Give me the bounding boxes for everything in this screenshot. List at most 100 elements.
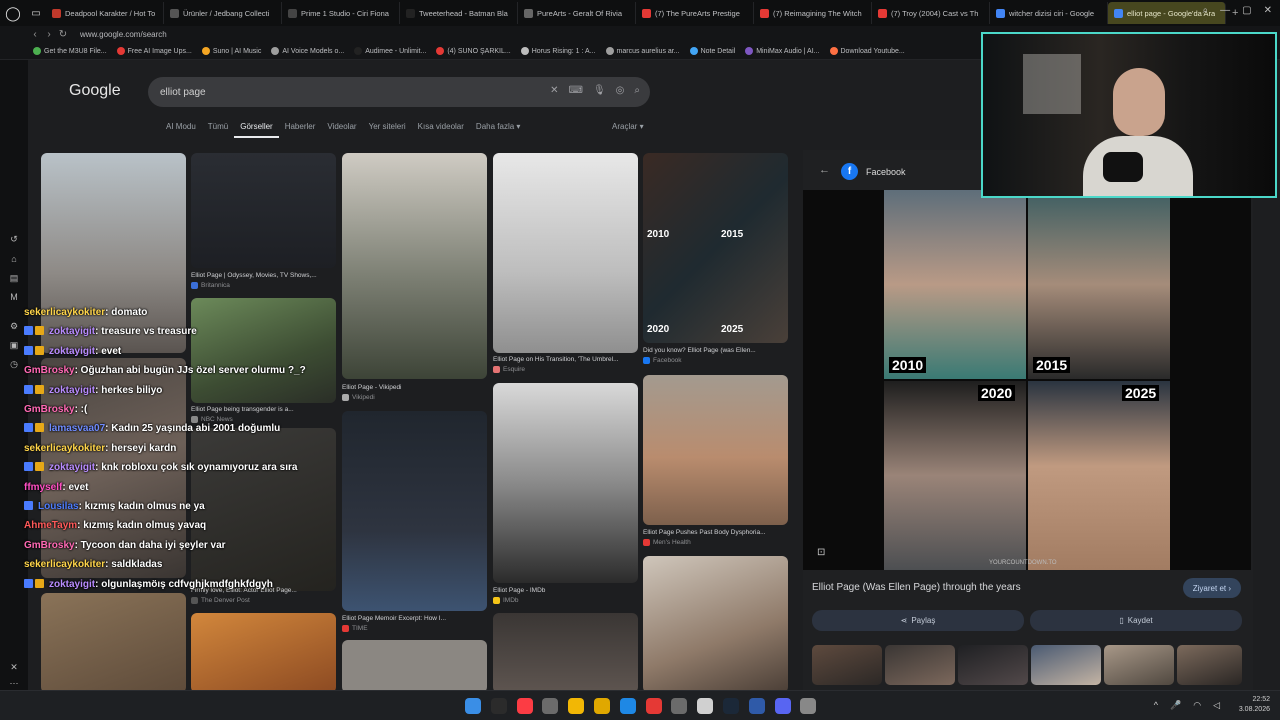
preview-image[interactable]: 2010 2015 2020 2025 YOURCOUNTDOWN.TO ⊡ (803, 190, 1251, 570)
bookmark-item[interactable]: Get the M3U8 File... (28, 47, 112, 55)
bookmark-item[interactable]: Note Detail (685, 47, 741, 55)
chat-icon[interactable]: ▤ (7, 271, 21, 285)
search-tab[interactable]: AI Modu (160, 122, 202, 138)
result-card[interactable]: 2010 2015 2020 2025 Did you know? Elliot… (643, 153, 788, 690)
result-image[interactable] (41, 358, 186, 578)
taskbar-app-network-icon[interactable] (800, 698, 817, 714)
save-button[interactable]: ▯ Kaydet (1030, 610, 1242, 631)
lens-icon[interactable]: ⊡ (817, 547, 825, 558)
share-button[interactable]: ⋖ Paylaş (812, 610, 1024, 631)
result-image[interactable] (41, 593, 186, 690)
panel-source[interactable]: f Facebook (841, 163, 906, 180)
wifi-icon[interactable]: ◠ (1193, 700, 1201, 711)
browser-tab[interactable]: PureArts - Geralt Of Rivia (518, 2, 636, 24)
back-arrow-icon[interactable]: ← (819, 164, 830, 176)
history-icon[interactable]: ↺ (7, 232, 21, 246)
result-image[interactable] (191, 153, 336, 268)
bag-icon[interactable]: ⌂ (7, 252, 21, 266)
taskbar-app-mail-icon[interactable] (619, 698, 636, 714)
result-card[interactable]: Elliot Page on His Transition, 'The Umbr… (493, 153, 638, 690)
maximize-icon[interactable]: ▢ (1242, 5, 1251, 16)
clock-icon[interactable]: ◷ (7, 357, 21, 371)
browser-tab[interactable]: (7) Reimagining The Witch (754, 2, 872, 24)
more-icon[interactable]: ⋯ (7, 676, 21, 690)
clock[interactable]: 22:52 3.08.2026 (1239, 695, 1270, 715)
taskbar-app-settings-icon[interactable] (542, 698, 559, 714)
settings-icon[interactable]: ⚙ (7, 319, 21, 333)
result-card[interactable] (41, 153, 186, 690)
music-icon[interactable]: M (7, 290, 21, 304)
url-input[interactable]: www.google.com/search (80, 30, 167, 39)
google-logo[interactable]: Google (69, 82, 121, 100)
taskbar-app-media-icon[interactable] (697, 698, 714, 714)
taskbar-app-folder-icon[interactable] (594, 698, 610, 714)
taskbar-app-files-icon[interactable] (568, 698, 585, 714)
result-image[interactable] (493, 383, 638, 583)
search-tab[interactable]: Görseller (234, 122, 279, 138)
taskbar-app-music-icon[interactable] (516, 698, 533, 714)
search-icon[interactable]: ⌕ (634, 85, 640, 96)
forward-icon[interactable]: › (42, 29, 56, 40)
lens-icon[interactable]: ◎ (616, 85, 625, 96)
result-card[interactable]: Elliot Page - Vikipedi Vikipedi Elliot P… (342, 153, 487, 690)
browser-tab[interactable]: (7) Troy (2004) Cast vs Th (872, 2, 990, 24)
browser-tab[interactable]: witcher dizisi ciri - Google (990, 2, 1108, 24)
minimize-icon[interactable]: — (1220, 5, 1230, 16)
bookmark-item[interactable]: marcus aurelius ar... (601, 47, 685, 55)
related-image[interactable] (1177, 645, 1242, 685)
related-image[interactable] (1031, 645, 1101, 685)
twitch-icon[interactable]: ▣ (7, 338, 21, 352)
result-image[interactable] (191, 298, 336, 403)
search-tab[interactable]: Haberler (279, 122, 322, 138)
result-image[interactable] (342, 153, 487, 379)
close-icon[interactable]: ✕ (1264, 5, 1272, 16)
extensions-icon[interactable]: ✕ (7, 660, 21, 674)
tab-list-icon[interactable]: ▭ (26, 0, 46, 26)
bookmark-item[interactable]: Horus Rising: 1 : A... (516, 47, 601, 55)
browser-tab[interactable]: Prime 1 Studio - Ciri Fiona (282, 2, 400, 24)
reload-icon[interactable]: ↻ (56, 29, 70, 40)
taskbar-app-search-icon[interactable] (490, 698, 507, 714)
taskbar-app-ai-app-icon[interactable] (748, 698, 765, 714)
taskbar-app-start-icon[interactable] (465, 698, 481, 714)
related-image[interactable] (812, 645, 882, 685)
visit-button[interactable]: Ziyaret et › (1182, 578, 1241, 598)
bookmark-item[interactable]: MiniMax Audio | AI... (740, 47, 824, 55)
taskbar-app-opera-icon[interactable] (645, 698, 662, 714)
search-tabs-icon[interactable]: ⌕ (1203, 5, 1209, 16)
result-image[interactable] (493, 613, 638, 690)
mic-icon[interactable]: 🎤 (1170, 700, 1181, 711)
back-icon[interactable]: ‹ (28, 29, 42, 40)
bookmark-item[interactable]: Suno | AI Music (197, 47, 267, 55)
browser-tab[interactable]: (7) The PureArts Prestige (636, 2, 754, 24)
result-image[interactable] (191, 428, 336, 591)
bookmark-item[interactable]: AI Voice Models o... (266, 47, 349, 55)
browser-tab[interactable]: Ürünler / Jedbang Collecti (164, 2, 282, 24)
search-tab[interactable]: Kısa videolar (412, 122, 470, 138)
taskbar-app-steam-icon[interactable] (723, 698, 739, 714)
related-image[interactable] (958, 645, 1028, 685)
result-card[interactable]: Elliot Page | Odyssey, Movies, TV Shows,… (191, 153, 336, 690)
clear-icon[interactable]: ✕ (550, 85, 558, 96)
related-image[interactable] (1104, 645, 1174, 685)
result-image[interactable] (41, 153, 186, 353)
keyboard-icon[interactable]: ⌨ (569, 85, 583, 96)
result-image[interactable] (493, 153, 638, 353)
search-tab[interactable]: Tümü (202, 122, 234, 138)
mic-icon[interactable]: 🎙 (593, 85, 606, 96)
taskbar-app-discord-icon[interactable] (774, 698, 791, 714)
search-tab[interactable]: Videolar (321, 122, 362, 138)
opera-logo-icon[interactable]: ◯ (0, 0, 26, 26)
bookmark-item[interactable]: Free AI Image Ups... (112, 47, 197, 55)
chevron-up-icon[interactable]: ^ (1154, 700, 1158, 711)
bookmark-item[interactable]: (4) SUNO ŞARKIL... (431, 47, 515, 55)
related-image[interactable] (885, 645, 955, 685)
search-box[interactable]: elliot page ✕ ⌨ 🎙 ◎ ⌕ (148, 77, 650, 107)
search-input[interactable]: elliot page (160, 87, 206, 98)
result-image[interactable] (342, 411, 487, 611)
taskbar-app-app-bee-icon[interactable] (671, 698, 688, 714)
bookmark-item[interactable]: Download Youtube... (825, 47, 910, 55)
browser-tab[interactable]: Deadpool Karakter / Hot To (46, 2, 164, 24)
result-image[interactable]: 2010 2015 2020 2025 (643, 153, 788, 343)
tools-button[interactable]: Araçlar ▾ (612, 122, 644, 131)
